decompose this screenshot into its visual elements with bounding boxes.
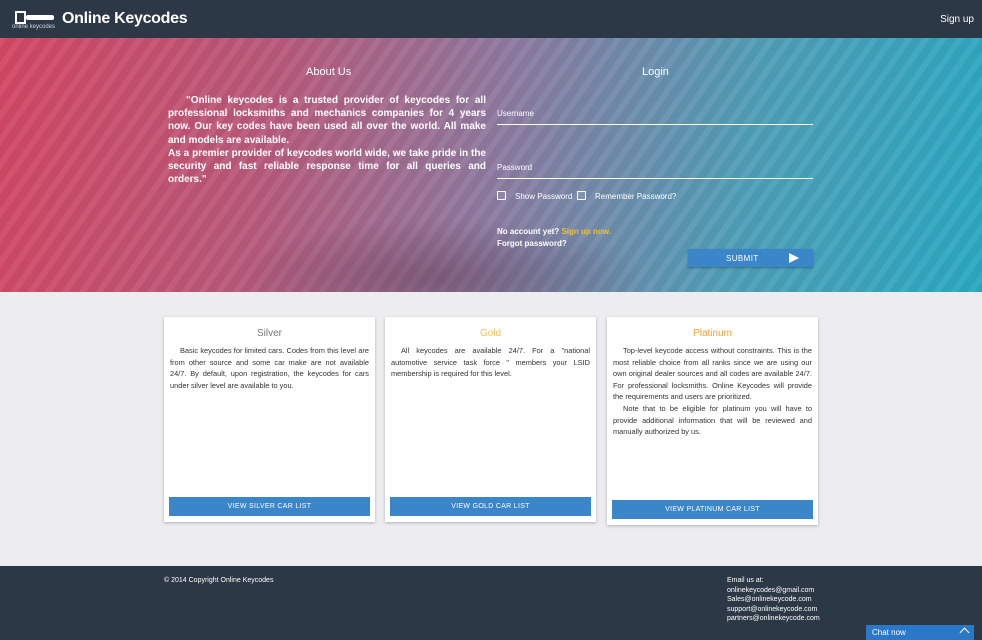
plan-card-gold: Gold All keycodes are available 24/7. Fo…	[385, 317, 596, 522]
plan-card-platinum: Platinum Top-level keycode access withou…	[607, 317, 818, 525]
logo-key-blade	[26, 15, 54, 20]
chat-now-label: Chat now	[872, 628, 906, 637]
view-platinum-car-list-button[interactable]: VIEW PLATINUM CAR LIST	[612, 500, 813, 519]
login-title: Login	[642, 66, 669, 78]
plan-paragraph: All keycodes are available 24/7. For a "…	[391, 346, 590, 379]
about-paragraph: "Online keycodes is a trusted provider o…	[168, 95, 486, 146]
about-paragraph: As a premier provider of keycodes world …	[168, 147, 486, 186]
plan-card-silver: Silver Basic keycodes for limited cars. …	[164, 317, 375, 522]
chevron-up-icon[interactable]	[959, 627, 970, 638]
remember-password-checkbox[interactable]	[577, 191, 586, 200]
view-silver-car-list-button[interactable]: VIEW SILVER CAR LIST	[169, 497, 370, 516]
signup-now-link[interactable]: Sign up now.	[561, 227, 610, 236]
email-link[interactable]: support@onlinekeycode.com	[727, 605, 820, 615]
footer: © 2014 Copyright Online Keycodes Email u…	[0, 566, 982, 640]
about-title: About Us	[306, 66, 352, 78]
send-icon	[789, 253, 799, 263]
copyright-text: © 2014 Copyright Online Keycodes	[164, 577, 274, 584]
no-account-label: No account yet?	[497, 227, 560, 236]
plan-paragraph: Basic keycodes for limited cars. Codes f…	[170, 346, 369, 390]
plan-paragraph: Note that to be eligible for platinum yo…	[613, 403, 812, 437]
plan-title: Platinum	[693, 328, 732, 339]
email-link[interactable]: onlinekeycodes@gmail.com	[727, 586, 820, 596]
email-contacts: Email us at: onlinekeycodes@gmail.com Sa…	[727, 576, 820, 624]
username-label: Username	[497, 109, 534, 118]
brand-title[interactable]: Online Keycodes	[62, 10, 188, 28]
password-input[interactable]	[497, 178, 813, 179]
plan-title: Gold	[479, 328, 502, 339]
remember-password-label: Remember Password?	[595, 192, 677, 201]
password-label: Password	[497, 163, 533, 172]
show-password-label: Show Password	[515, 192, 573, 201]
submit-button[interactable]: SUBMIT	[688, 249, 813, 267]
email-link[interactable]: Sales@onlinekeycode.com	[727, 595, 820, 605]
logo-text: online keycodes	[12, 24, 56, 30]
view-gold-car-list-button[interactable]: VIEW GOLD CAR LIST	[390, 497, 591, 516]
plan-description: All keycodes are available 24/7. For a "…	[391, 345, 590, 380]
logo-key-icon	[15, 11, 26, 24]
submit-label: SUBMIT	[726, 254, 759, 263]
signup-link[interactable]: Sign up	[940, 14, 974, 25]
about-text: "Online keycodes is a trusted provider o…	[168, 94, 486, 186]
plan-description: Basic keycodes for limited cars. Codes f…	[170, 345, 369, 391]
chat-now-widget[interactable]: Chat now	[866, 625, 974, 640]
forgot-password-link[interactable]: Forgot password?	[497, 239, 567, 248]
top-navbar: online keycodes Online Keycodes Sign up	[0, 0, 982, 38]
plan-paragraph: Top-level keycode access without constra…	[613, 346, 812, 402]
logo[interactable]: online keycodes	[12, 9, 56, 33]
email-heading: Email us at:	[727, 577, 764, 584]
plan-title: Silver	[256, 328, 282, 339]
show-password-checkbox[interactable]	[497, 191, 506, 200]
username-input[interactable]	[497, 124, 813, 125]
hero-section: About Us "Online keycodes is a trusted p…	[0, 38, 982, 292]
no-account-text: No account yet? Sign up now.	[497, 227, 611, 236]
plan-description: Top-level keycode access without constra…	[613, 345, 812, 438]
email-link[interactable]: partners@onlinekeycode.com	[727, 614, 820, 624]
